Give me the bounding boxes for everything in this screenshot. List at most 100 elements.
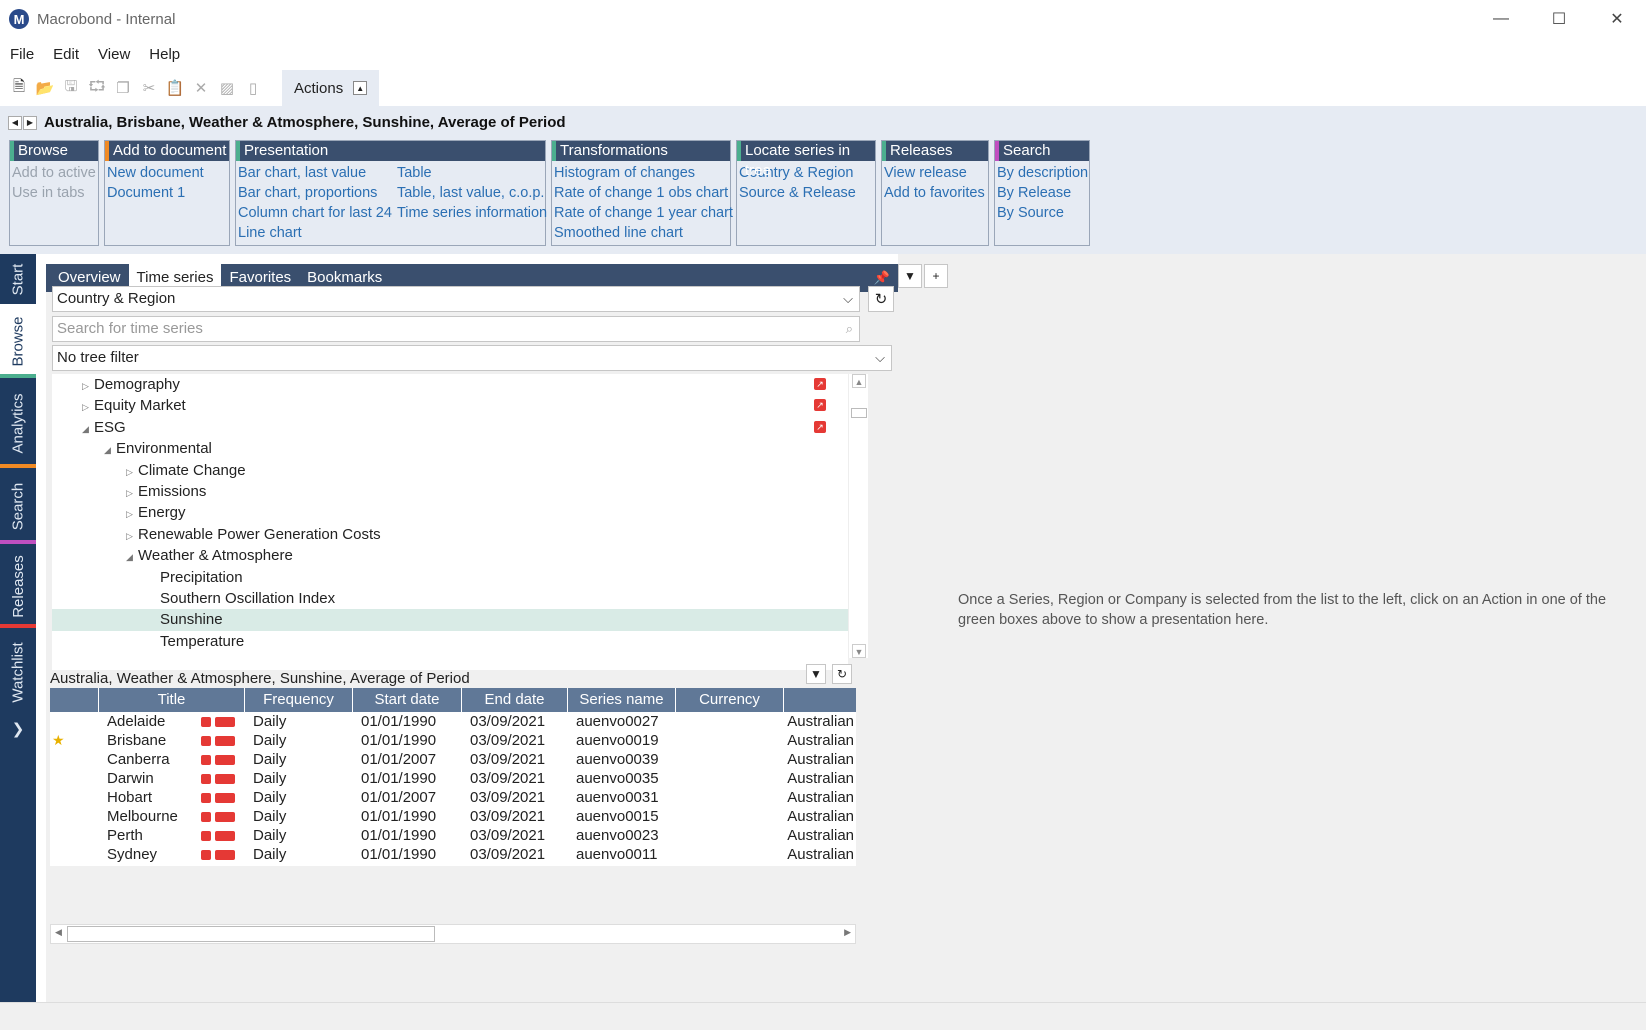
tree-source-dropdown[interactable]: Country & Region ⌵ <box>52 286 860 312</box>
horizontal-scrollbar[interactable]: ◀ ▶ <box>50 924 856 944</box>
scroll-left-icon[interactable]: ◀ <box>55 927 62 938</box>
actions-tab[interactable]: Actions ▲ <box>282 70 380 106</box>
tree-node-demography[interactable]: ▷ Demography <box>82 374 180 396</box>
tree-node-emissions[interactable]: ▷ Emissions <box>126 481 206 503</box>
action-use-in-tabs[interactable]: Use in tabs <box>12 183 101 203</box>
table-row[interactable]: Darwin Daily 01/01/1990 03/09/2021 auenvo003… <box>50 769 856 788</box>
table-row[interactable]: Sydney Daily 01/01/1990 03/09/2021 auenvo001… <box>50 845 856 864</box>
refresh-list-icon[interactable]: ↻ <box>832 664 852 684</box>
back-arrow-icon[interactable]: ◀ <box>8 115 22 130</box>
tree-node-environmental[interactable]: ◢ Environmental <box>104 438 212 460</box>
release-icon[interactable] <box>201 831 211 842</box>
link-icon[interactable] <box>215 736 235 747</box>
col-currency[interactable]: Currency <box>676 688 784 712</box>
refresh-tree-button[interactable]: ↻ <box>868 286 894 312</box>
action-add-to-active[interactable]: Add to active <box>12 163 101 183</box>
scroll-down-icon[interactable]: ▼ <box>852 644 866 658</box>
new-document-icon[interactable]: 🗎 <box>6 75 32 101</box>
action-new-document[interactable]: New document <box>107 163 209 183</box>
side-tab-watchlist[interactable]: Watchlist <box>0 628 36 716</box>
filter-icon[interactable]: ▼ <box>806 664 826 684</box>
scroll-up-icon[interactable]: ▲ <box>852 374 866 388</box>
menu-file[interactable]: File <box>10 46 34 63</box>
share-icon[interactable]: ⮔ <box>84 75 110 101</box>
link-icon[interactable] <box>215 850 235 861</box>
collapse-ribbon-icon[interactable]: ▲ <box>353 81 368 95</box>
action-smoothed-line-chart[interactable]: Smoothed line chart <box>554 223 738 243</box>
copy-icon[interactable]: ❐ <box>110 75 136 101</box>
save-icon[interactable]: 🖫 <box>58 75 84 101</box>
properties-icon[interactable]: ▯ <box>240 75 266 101</box>
action-histogram-of-changes[interactable]: Histogram of changes <box>554 163 738 183</box>
search-input[interactable]: Search for time series ⌕ <box>52 316 860 342</box>
col-series-name[interactable]: Series name <box>568 688 676 712</box>
action-by-source[interactable]: By Source <box>997 203 1093 223</box>
pin-icon[interactable]: 📌 <box>874 270 890 286</box>
tree-filter-dropdown[interactable]: No tree filter ⌵ <box>52 345 892 371</box>
release-badge-icon[interactable]: ↗ <box>814 378 826 390</box>
cut-icon[interactable]: ✂ <box>136 75 162 101</box>
side-tab-analytics[interactable]: Analytics <box>0 378 36 468</box>
forward-arrow-icon[interactable]: ▶ <box>23 115 37 130</box>
scroll-right-icon[interactable]: ▶ <box>844 927 851 938</box>
action-column-chart-last-24[interactable]: Column chart for last 24 <box>238 203 397 223</box>
table-row[interactable]: Adelaide Daily 01/01/1990 03/09/2021 auenvo0… <box>50 712 856 731</box>
tree-node-weather-atmosphere[interactable]: ◢ Weather & Atmosphere <box>126 545 293 567</box>
link-icon[interactable] <box>215 812 235 823</box>
paste-icon[interactable]: 📋 <box>162 75 188 101</box>
table-row[interactable]: Perth Daily 01/01/1990 03/09/2021 auenvo0023… <box>50 826 856 845</box>
link-icon[interactable] <box>215 717 235 728</box>
side-tab-releases[interactable]: Releases <box>0 544 36 628</box>
col-start-date[interactable]: Start date <box>353 688 462 712</box>
minimize-icon[interactable]: — <box>1472 0 1530 38</box>
tree-node-precipitation[interactable]: Precipitation <box>160 567 243 589</box>
scroll-thumb[interactable] <box>67 926 435 942</box>
tree-node-southern-oscillation[interactable]: Southern Oscillation Index <box>160 588 335 610</box>
action-time-series-information[interactable]: Time series information <box>397 203 552 223</box>
release-badge-icon[interactable]: ↗ <box>814 399 826 411</box>
tree-node-climate-change[interactable]: ▷ Climate Change <box>126 460 246 482</box>
tree-node-renewable-power[interactable]: ▷ Renewable Power Generation Costs <box>126 524 381 546</box>
release-icon[interactable] <box>201 736 211 747</box>
tree-scrollbar[interactable]: ▲ ▼ <box>848 374 868 658</box>
release-icon[interactable] <box>201 774 211 785</box>
link-icon[interactable] <box>215 831 235 842</box>
table-row[interactable]: Canberra Daily 01/01/2007 03/09/2021 auenvo0… <box>50 750 856 769</box>
action-rate-of-change-1-year[interactable]: Rate of change 1 year chart <box>554 203 738 223</box>
menu-help[interactable]: Help <box>149 46 180 63</box>
table-row[interactable]: Melbourne Daily 01/01/1990 03/09/2021 auenvo… <box>50 807 856 826</box>
open-folder-icon[interactable]: 📂 <box>32 75 58 101</box>
action-table[interactable]: Table <box>397 163 552 183</box>
action-document-1[interactable]: Document 1 <box>107 183 209 203</box>
release-icon[interactable] <box>201 717 211 728</box>
action-by-release[interactable]: By Release <box>997 183 1093 203</box>
table-row[interactable]: ★ Brisbane Daily 01/01/1990 03/09/2021 auenvo… <box>50 731 856 750</box>
expand-chevron-icon[interactable]: ❯ <box>0 716 36 742</box>
maximize-icon[interactable]: ☐ <box>1530 0 1588 38</box>
col-end-date[interactable]: End date <box>462 688 568 712</box>
link-icon[interactable] <box>215 755 235 766</box>
side-tab-search[interactable]: Search <box>0 468 36 544</box>
col-frequency[interactable]: Frequency <box>245 688 353 712</box>
side-tab-browse[interactable]: Browse <box>0 304 36 378</box>
link-icon[interactable] <box>215 793 235 804</box>
release-icon[interactable] <box>201 793 211 804</box>
format-icon[interactable]: ▨ <box>214 75 240 101</box>
menu-view[interactable]: View <box>98 46 130 63</box>
add-tab-button[interactable]: + <box>924 264 948 288</box>
delete-icon[interactable]: ✕ <box>188 75 214 101</box>
dropdown-arrow-icon[interactable]: ▼ <box>898 264 922 288</box>
tree-node-esg[interactable]: ◢ ESG <box>82 417 126 439</box>
tree-node-temperature[interactable]: Temperature <box>160 631 244 653</box>
action-view-release[interactable]: View release <box>884 163 990 183</box>
col-title[interactable]: Title <box>99 688 245 712</box>
action-source-release[interactable]: Source & Release <box>739 183 861 203</box>
link-icon[interactable] <box>215 774 235 785</box>
table-row[interactable]: Hobart Daily 01/01/2007 03/09/2021 auenvo003… <box>50 788 856 807</box>
release-icon[interactable] <box>201 755 211 766</box>
tree-node-energy[interactable]: ▷ Energy <box>126 502 186 524</box>
close-icon[interactable]: ✕ <box>1588 0 1646 38</box>
action-line-chart[interactable]: Line chart <box>238 223 397 243</box>
menu-edit[interactable]: Edit <box>53 46 79 63</box>
action-bar-chart-last-value[interactable]: Bar chart, last value <box>238 163 397 183</box>
